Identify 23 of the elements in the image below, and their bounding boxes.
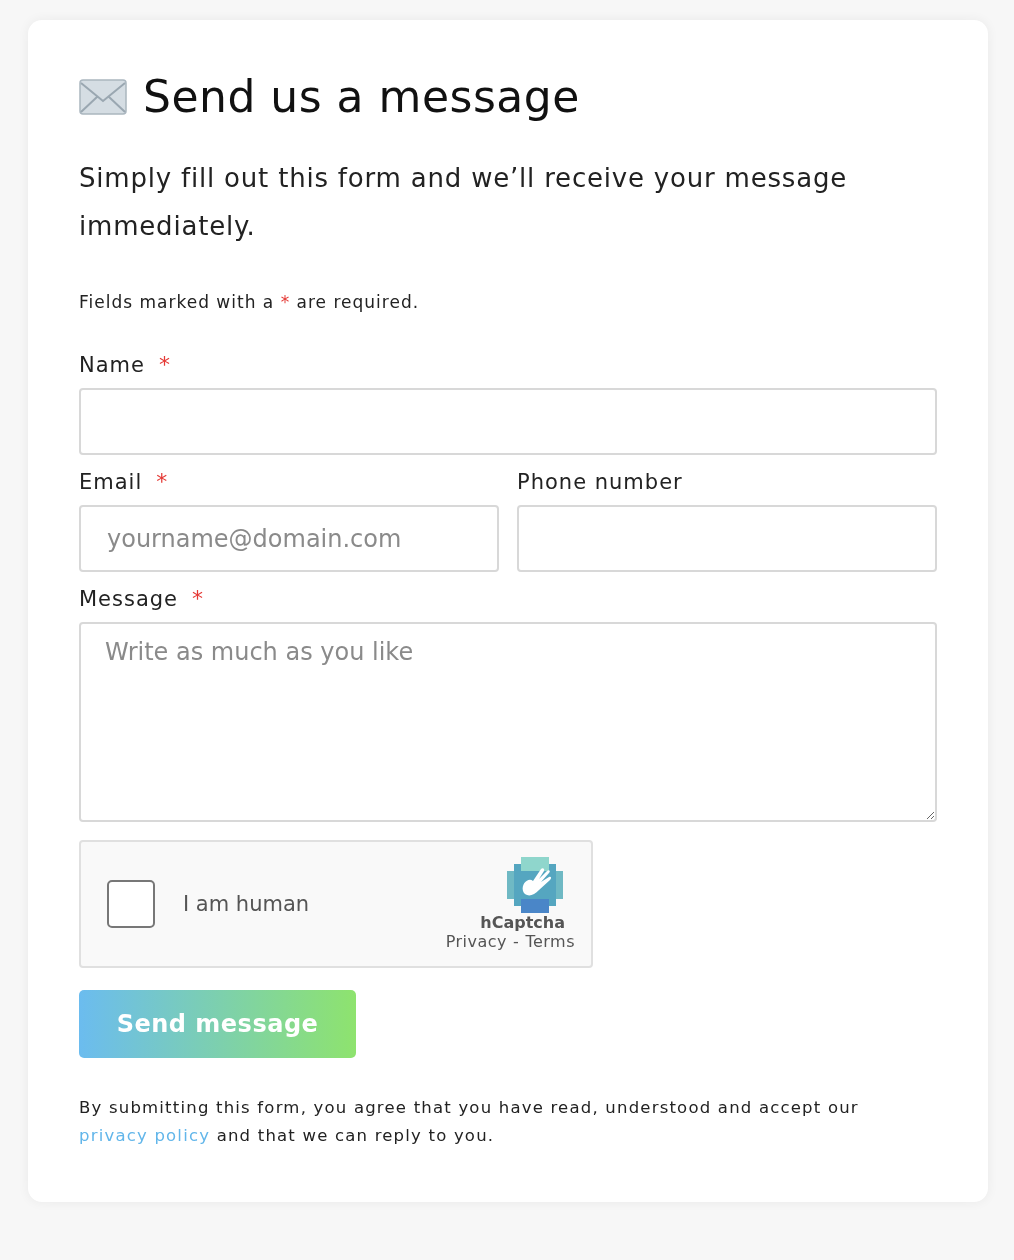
field-label: Message (79, 586, 179, 612)
captcha-label: I am human (183, 892, 311, 916)
required-asterisk: * (158, 352, 170, 378)
field-label: Name (79, 352, 145, 378)
captcha-link[interactable]: Terms (525, 932, 575, 951)
hand-logo-icon (507, 857, 563, 913)
message-field[interactable]: Write as much as you like (79, 622, 937, 822)
input-field[interactable]: yourname@domain.com (79, 505, 499, 572)
intro-text: Simply fill out this form and we’ll receive your message immediately. (79, 162, 849, 243)
form-title: Send us a message (143, 70, 580, 124)
field-label: Phone number (517, 469, 683, 495)
required-asterisk: * (192, 586, 204, 612)
captcha-brand: hCaptcha (480, 913, 565, 932)
captcha-checkbox[interactable] (107, 880, 155, 928)
consent-text: By submitting this form, you agree that you have read, understood and accept our privacy policy and that we can reply to you. (79, 1097, 860, 1147)
required-note: Fields marked with a * are required. (79, 292, 421, 312)
link-separator: - (513, 932, 520, 951)
input-field[interactable] (79, 388, 937, 455)
envelope-icon (79, 79, 127, 115)
required-asterisk: * (156, 469, 168, 495)
field-label: Email (79, 469, 143, 495)
input-field[interactable] (517, 505, 937, 572)
captcha-link[interactable]: Privacy (445, 932, 508, 951)
